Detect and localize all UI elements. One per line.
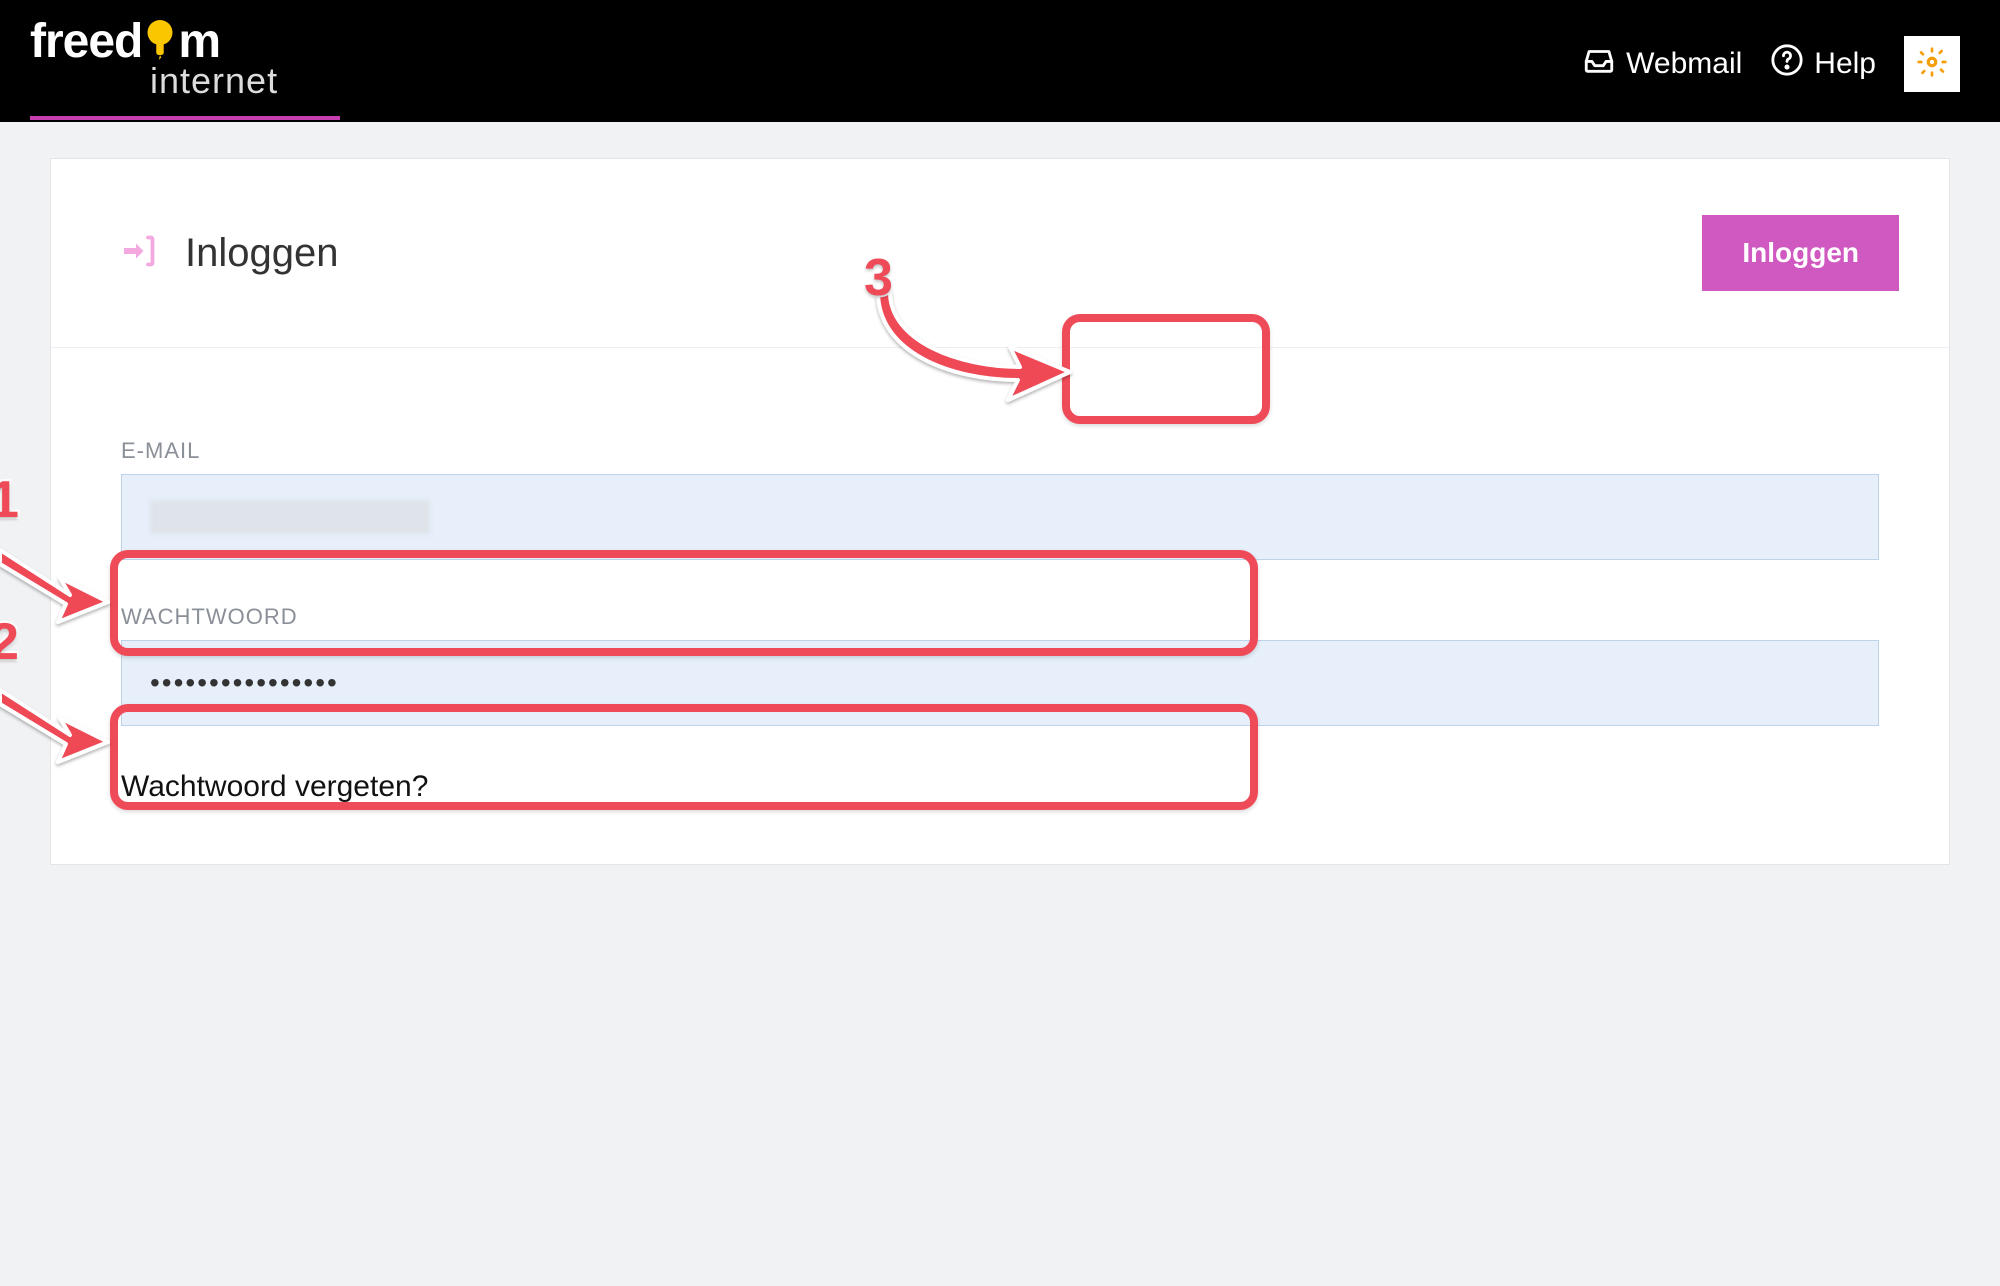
help-icon	[1770, 43, 1804, 85]
webmail-label: Webmail	[1626, 47, 1742, 81]
card-title: Inloggen	[185, 231, 338, 276]
forgot-password-link[interactable]: Wachtwoord vergeten?	[121, 770, 428, 803]
nav-right-group: Webmail Help	[1582, 36, 1960, 92]
help-label: Help	[1814, 47, 1876, 81]
card-header: Inloggen Inloggen	[51, 159, 1949, 348]
login-arrow-icon	[121, 233, 157, 274]
email-input[interactable]	[121, 474, 1879, 560]
password-label: WACHTWOORD	[121, 604, 1879, 630]
inbox-icon	[1582, 43, 1616, 85]
login-submit-button[interactable]: Inloggen	[1702, 215, 1899, 291]
settings-button[interactable]	[1904, 36, 1960, 92]
password-input[interactable]: ••••••••••••••••	[121, 640, 1879, 726]
top-nav-bar: freed m internet Webmail	[0, 0, 2000, 122]
login-card: Inloggen Inloggen E-MAIL WACHTWOORD ••••…	[50, 158, 1950, 865]
gear-icon	[1916, 46, 1948, 83]
annotation-badge-1: 1	[0, 470, 19, 530]
help-link[interactable]: Help	[1770, 43, 1876, 85]
page-body: Inloggen Inloggen E-MAIL WACHTWOORD ••••…	[0, 122, 2000, 985]
webmail-link[interactable]: Webmail	[1582, 43, 1742, 85]
card-body: E-MAIL WACHTWOORD •••••••••••••••• Wacht…	[51, 348, 1949, 864]
email-label: E-MAIL	[121, 438, 1879, 464]
logo-word: freed m	[30, 18, 278, 66]
lightbulb-icon	[142, 20, 178, 60]
brand-logo[interactable]: freed m internet	[30, 18, 278, 110]
redacted-email-value	[150, 500, 430, 534]
annotation-badge-2: 2	[0, 612, 19, 672]
